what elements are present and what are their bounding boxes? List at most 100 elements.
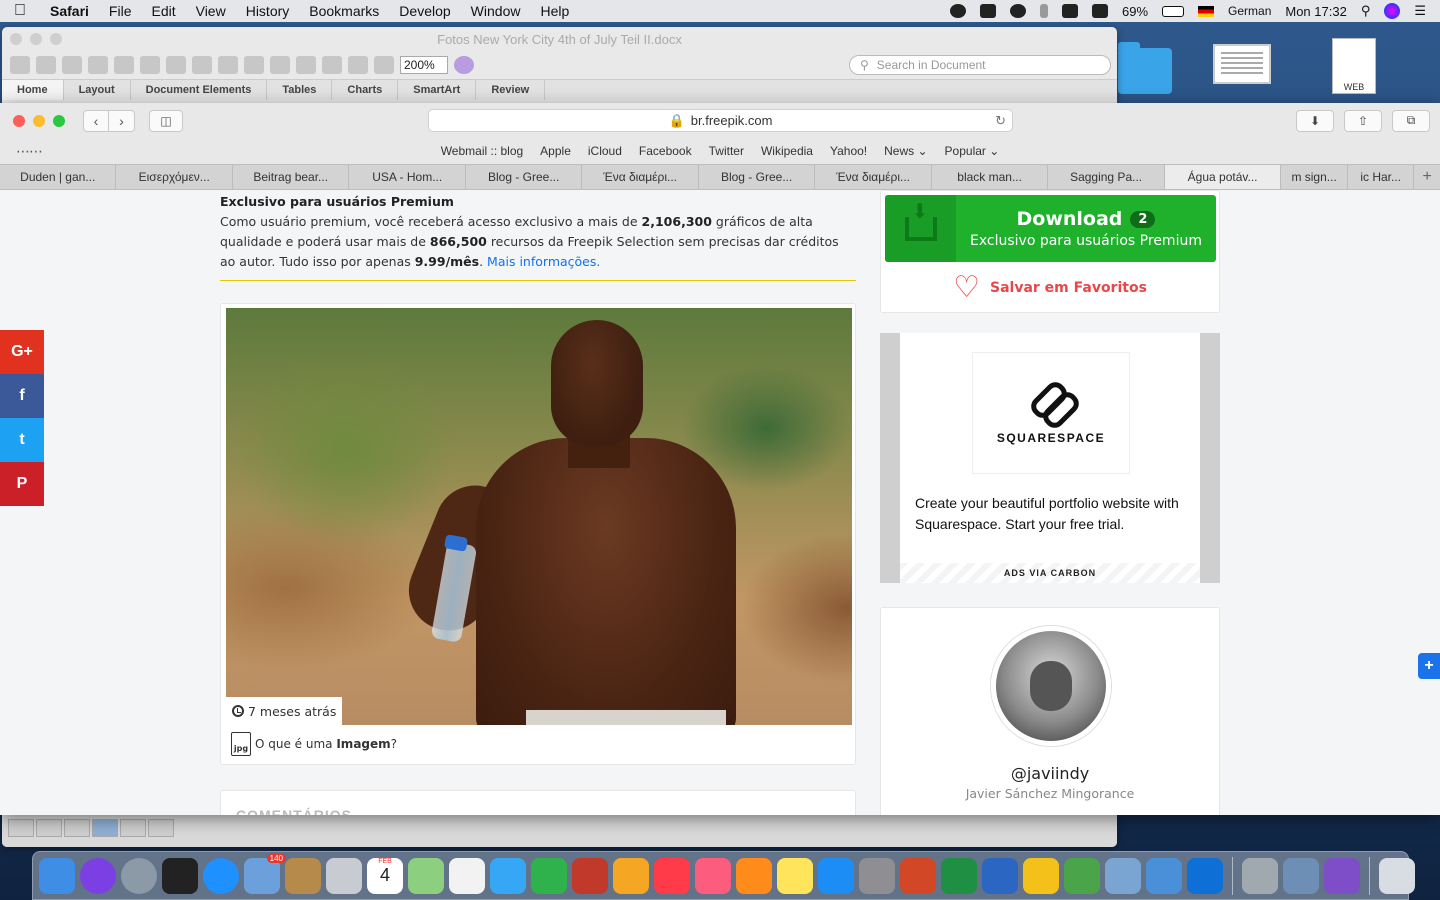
desktop-folder-icon[interactable] <box>1118 42 1172 94</box>
back-icon[interactable]: ‹ <box>83 109 109 132</box>
new-doc-icon[interactable] <box>10 56 30 74</box>
menu-app-name[interactable]: Safari <box>40 3 99 19</box>
zoom-select[interactable]: 200% <box>400 56 448 74</box>
draft-view-button[interactable] <box>8 819 34 837</box>
battery-percent[interactable]: 69% <box>1122 4 1148 19</box>
menu-bookmarks[interactable]: Bookmarks <box>299 3 389 19</box>
apple-menu-icon[interactable]:  <box>0 2 40 20</box>
dock-reminders-icon[interactable] <box>449 857 485 894</box>
dock-books-icon[interactable] <box>736 857 772 894</box>
menu-file[interactable]: File <box>99 3 142 19</box>
dock-facetime-icon[interactable] <box>531 857 567 894</box>
top-sites-grid-icon[interactable]: ⋯⋯ <box>16 143 43 160</box>
gallery-icon[interactable] <box>348 56 368 74</box>
ribbon-tab-home[interactable]: Home <box>2 79 64 100</box>
dock-stickies-icon[interactable] <box>777 857 813 894</box>
ribbon-tab-tables[interactable]: Tables <box>267 79 333 100</box>
new-tab-icon[interactable]: + <box>1414 165 1439 189</box>
dock-ring-app-icon[interactable] <box>1023 857 1059 894</box>
pinterest-share-icon[interactable]: P <box>0 462 44 506</box>
bookmark-folder[interactable]: News ⌄ <box>884 144 927 158</box>
tab-overview-icon[interactable]: ⧉ <box>1392 109 1430 132</box>
comments-section[interactable]: COMENTÁRIOS <box>220 790 856 815</box>
dock-viber-icon[interactable] <box>1324 857 1360 894</box>
german-flag-icon[interactable] <box>1198 5 1215 17</box>
battery-icon[interactable] <box>1162 5 1185 17</box>
skype-icon[interactable] <box>949 4 966 18</box>
dock-music-icon[interactable] <box>695 857 731 894</box>
info-link[interactable]: Imagem <box>336 737 390 751</box>
browser-tab[interactable]: Ένα διαμέρι... <box>815 165 932 189</box>
desktop-screenshot-icon[interactable] <box>1213 44 1271 84</box>
volume-icon[interactable] <box>1091 4 1108 18</box>
author-avatar[interactable] <box>991 626 1111 746</box>
dock-news-icon[interactable] <box>654 857 690 894</box>
reload-icon[interactable]: ↻ <box>995 113 1006 129</box>
more-info-link[interactable]: Mais informações. <box>487 254 600 269</box>
dock-globe-app-icon[interactable] <box>1064 857 1100 894</box>
downloads-icon[interactable]: ⬇ <box>1296 109 1334 132</box>
pilcrow-icon[interactable] <box>296 56 316 74</box>
copy-icon[interactable] <box>166 56 186 74</box>
browser-tab[interactable]: Sagging Pa... <box>1048 165 1165 189</box>
google-plus-share-icon[interactable]: G+ <box>0 330 44 374</box>
browser-tab[interactable]: Εισερχόμεν... <box>116 165 233 189</box>
sidebar-icon[interactable] <box>322 56 342 74</box>
safari-fullscreen-button[interactable] <box>53 114 65 127</box>
toolbox-icon[interactable] <box>374 56 394 74</box>
print-layout-view-button[interactable] <box>92 819 118 837</box>
format-painter-icon[interactable] <box>218 56 238 74</box>
ribbon-tab-smartart[interactable]: SmartArt <box>398 79 477 100</box>
author-handle[interactable]: @javiindy <box>881 764 1219 783</box>
browser-tab[interactable]: Blog - Gree... <box>699 165 816 189</box>
templates-icon[interactable] <box>36 56 56 74</box>
squarespace-logo[interactable]: SQUARESPACE <box>973 353 1129 473</box>
dock-powerpoint-icon[interactable] <box>900 857 936 894</box>
bookmark-item[interactable]: Twitter <box>709 144 744 158</box>
safari-minimize-button[interactable] <box>33 114 45 127</box>
dock-trash-icon[interactable] <box>1379 857 1415 894</box>
download-button[interactable]: Download 2 Exclusivo para usuários Premi… <box>885 195 1216 262</box>
menu-develop[interactable]: Develop <box>389 3 460 19</box>
wifi-icon[interactable] <box>1061 4 1078 18</box>
dock-photos-icon[interactable] <box>613 857 649 894</box>
redo-icon[interactable] <box>270 56 290 74</box>
ribbon-tab-review[interactable]: Review <box>476 79 546 100</box>
bluetooth-icon[interactable] <box>1039 4 1048 18</box>
dock-calendar-icon[interactable]: FEB 4 <box>367 857 403 894</box>
word-search-field[interactable]: ⚲ Search in Document <box>849 55 1111 75</box>
ad-text[interactable]: Create your beautiful portfolio website … <box>915 493 1185 535</box>
desktop-web-document-icon[interactable]: WEB <box>1332 38 1376 94</box>
time-machine-icon[interactable] <box>1009 4 1026 18</box>
browser-tab[interactable]: black man... <box>932 165 1049 189</box>
menu-window[interactable]: Window <box>461 3 531 19</box>
facebook-share-icon[interactable]: f <box>0 374 44 418</box>
browser-tab[interactable]: m sign... <box>1281 165 1348 189</box>
notebook-view-button[interactable] <box>120 819 146 837</box>
dock-people-app-icon[interactable] <box>1146 857 1182 894</box>
ad-content[interactable]: SQUARESPACE Create your beautiful portfo… <box>900 333 1200 583</box>
menu-view[interactable]: View <box>186 3 236 19</box>
browser-tab[interactable]: Duden | gan... <box>0 165 117 189</box>
help-icon[interactable] <box>454 56 474 74</box>
safari-close-button[interactable] <box>13 114 25 127</box>
spotlight-icon[interactable]: ⚲ <box>1361 3 1371 19</box>
siri-icon[interactable] <box>1384 3 1401 19</box>
forward-icon[interactable]: › <box>109 109 135 132</box>
dock-launchpad-icon[interactable] <box>121 857 157 894</box>
dock-system-preferences-icon[interactable] <box>859 857 895 894</box>
preview-photo[interactable]: 7 meses atrás <box>226 308 852 725</box>
undo-icon[interactable] <box>244 56 264 74</box>
bookmark-item[interactable]: Wikipedia <box>761 144 813 158</box>
print-icon[interactable] <box>114 56 134 74</box>
dock-word-icon[interactable] <box>982 857 1018 894</box>
browser-tab[interactable]: USA - Hom... <box>349 165 466 189</box>
menu-history[interactable]: History <box>236 3 300 19</box>
ribbon-tab-document-elements[interactable]: Document Elements <box>131 79 268 100</box>
ribbon-tab-layout[interactable]: Layout <box>64 79 131 100</box>
menu-clock[interactable]: Mon 17:32 <box>1285 4 1346 19</box>
share-icon[interactable]: ⇧ <box>1344 109 1382 132</box>
dock-maps-icon[interactable] <box>408 857 444 894</box>
dock-network-app-icon[interactable] <box>1105 857 1141 894</box>
floating-add-icon[interactable]: + <box>1418 653 1440 679</box>
